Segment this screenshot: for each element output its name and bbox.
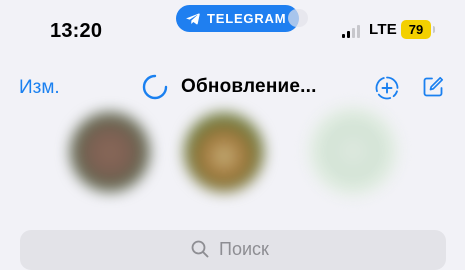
app-pill-label: TELEGRAM xyxy=(207,11,287,26)
search-placeholder: Поиск xyxy=(219,239,269,259)
telegram-app-pill[interactable]: TELEGRAM xyxy=(176,5,300,32)
loading-spinner-icon xyxy=(142,74,168,100)
compose-icon[interactable] xyxy=(422,76,444,98)
battery-icon: 79 xyxy=(401,20,431,39)
story-avatar[interactable] xyxy=(184,112,264,192)
edit-button[interactable]: Изм. xyxy=(19,77,60,99)
story-avatar[interactable] xyxy=(70,112,150,192)
status-bar: 13:20 TELEGRAM LTE 79 xyxy=(0,0,465,60)
add-story-icon[interactable] xyxy=(375,76,399,100)
status-time: 13:20 xyxy=(50,20,103,42)
telegram-icon xyxy=(186,12,200,24)
battery-level: 79 xyxy=(408,22,424,37)
battery-cap xyxy=(433,26,435,33)
network-type: LTE xyxy=(369,21,398,38)
search-icon xyxy=(191,240,209,258)
story-avatar[interactable] xyxy=(308,106,398,196)
status-pill-shadow xyxy=(288,9,308,27)
cellular-signal-icon xyxy=(342,24,360,38)
page-title: Обновление... xyxy=(181,76,317,97)
